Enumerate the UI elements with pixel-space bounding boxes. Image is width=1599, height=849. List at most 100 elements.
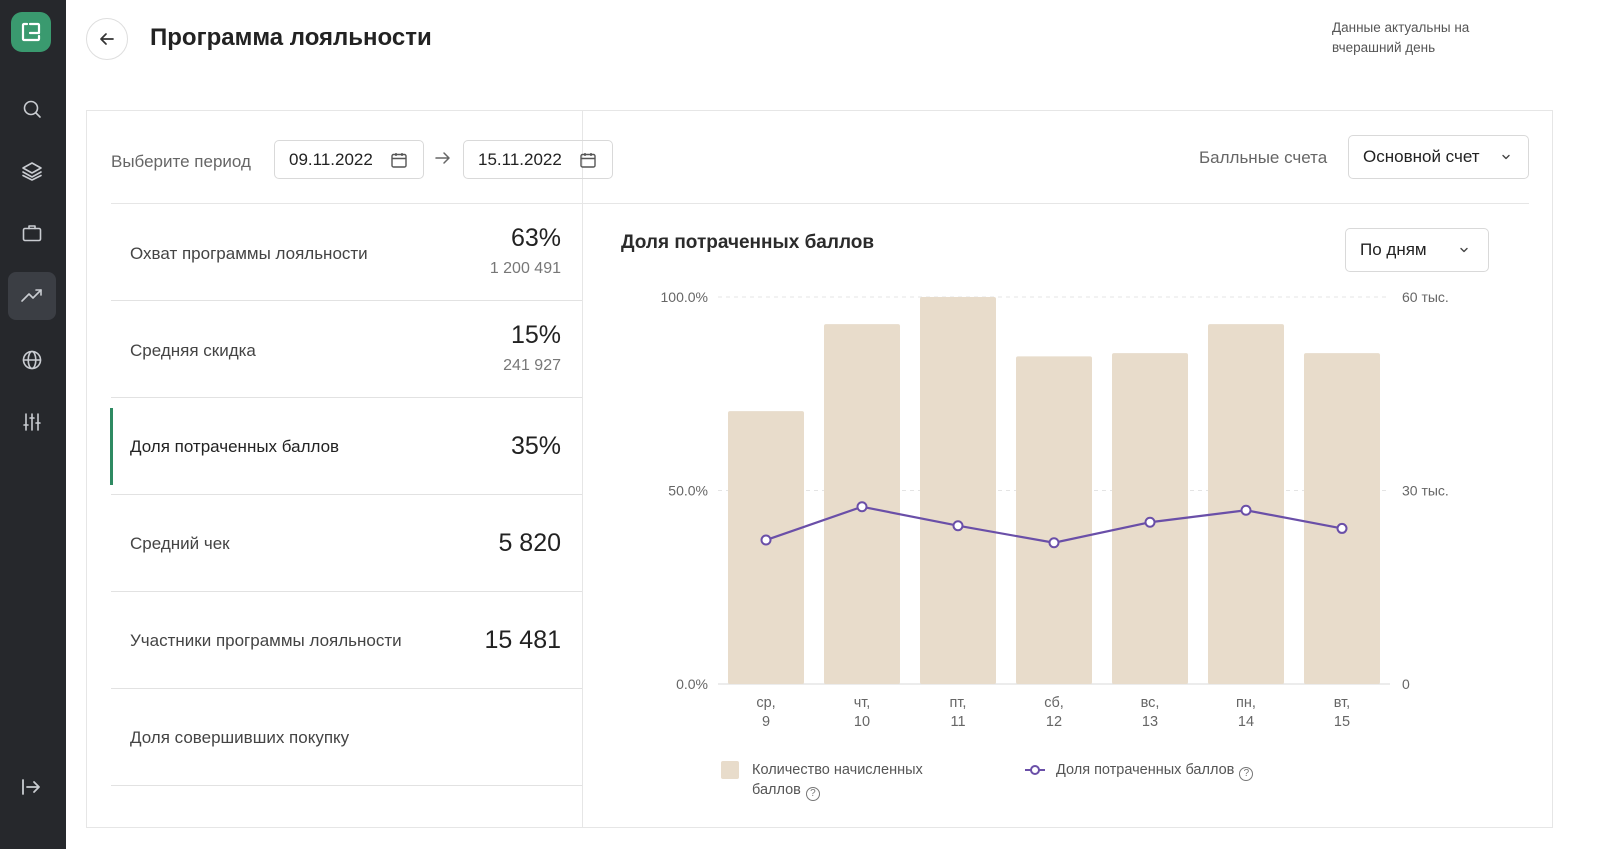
metric-label: Средняя скидка (130, 341, 256, 360)
metric-subvalue: 241 927 (503, 357, 561, 374)
legend-item-spent-share[interactable]: Доля потраченных баллов? (1024, 760, 1254, 781)
date-range-arrow (434, 148, 452, 173)
metric-coverage[interactable]: Охват программы лояльности 63% 1 200 491 (111, 204, 582, 301)
metric-average-check[interactable]: Средний чек 5 820 (111, 495, 582, 592)
x-tick-label: вс, (1141, 695, 1160, 711)
legend-bar-label: Количество начисленных баллов (752, 762, 923, 798)
metric-label: Доля совершивших покупку (130, 728, 350, 747)
sidebar-item-layers[interactable] (13, 152, 51, 190)
x-tick-label: пн, (1236, 695, 1256, 711)
legend-line-swatch (1025, 765, 1045, 775)
legend-line-label: Доля потраченных баллов (1056, 762, 1235, 778)
metric-value: 63% (510, 224, 561, 252)
sidebar-item-search[interactable] (13, 90, 51, 128)
metric-spent-points-share[interactable]: Доля потраченных баллов 35% (110, 398, 582, 495)
legend-bar-swatch (721, 761, 739, 779)
y-left-tick-label: 0.0% (676, 676, 708, 692)
briefcase-icon (22, 225, 42, 242)
sidebar-item-briefcase[interactable] (13, 214, 51, 252)
bar (920, 297, 996, 684)
grouping-select-value: По дням (1360, 240, 1427, 259)
x-tick-label: вт, (1334, 695, 1350, 711)
bar (728, 411, 804, 684)
sidebar-collapse-button[interactable] (18, 774, 44, 805)
date-from-input[interactable]: 09.11.2022 (274, 140, 424, 179)
trending-up-icon (21, 289, 42, 302)
x-tick-label: 15 (1334, 714, 1350, 730)
x-tick-label: 12 (1046, 714, 1062, 730)
x-tick-label: сб, (1044, 695, 1064, 711)
metric-label: Доля потраченных баллов (130, 437, 340, 456)
sliders-icon (23, 413, 41, 431)
x-tick-label: чт, (854, 695, 871, 711)
back-button[interactable] (86, 18, 128, 60)
arrow-left-icon (100, 33, 114, 45)
chevron-down-icon (1460, 247, 1468, 253)
metric-average-discount[interactable]: Средняя скидка 15% 241 927 (111, 301, 582, 398)
sidebar-item-analytics[interactable] (8, 272, 56, 320)
expand-arrow-icon (22, 779, 40, 795)
metric-buyers-share[interactable]: Доля совершивших покупку (111, 689, 582, 786)
line-point (952, 520, 964, 532)
logo-icon (21, 22, 41, 42)
account-select[interactable]: Основной счет (1348, 135, 1529, 179)
metric-label: Участники программы лояльности (130, 631, 402, 650)
date-from-value: 09.11.2022 (289, 149, 373, 169)
globe-icon (22, 350, 42, 370)
line-point (856, 501, 868, 513)
arrow-right-icon (435, 152, 450, 164)
x-tick-label: 14 (1238, 714, 1254, 730)
date-to-input[interactable]: 15.11.2022 (463, 140, 613, 179)
metric-value: 5 820 (498, 529, 561, 557)
account-select-value: Основной счет (1363, 147, 1480, 166)
date-to-value: 15.11.2022 (478, 149, 562, 169)
metric-value: 35% (510, 432, 561, 460)
x-tick-label: 11 (950, 714, 965, 730)
line-point (1048, 537, 1060, 549)
y-left-tick-label: 50.0% (668, 483, 708, 499)
accounts-label: Балльные счета (1199, 148, 1328, 167)
bar (1304, 353, 1380, 684)
line-point (1336, 522, 1348, 534)
app-logo[interactable] (11, 12, 51, 52)
layers-icon (22, 162, 42, 181)
active-indicator (110, 408, 113, 485)
sidebar (0, 0, 66, 849)
metric-participants[interactable]: Участники программы лояльности 15 481 (111, 592, 582, 689)
spent-points-chart: 0.0% 50.0% 100.0% 0 30 тыс. 60 тыс. ср, 9 чт, 10 п… (661, 289, 1449, 730)
line-point (1144, 516, 1156, 528)
data-freshness-note: Данные актуальны на вчерашний день (1332, 20, 1470, 55)
metric-label: Средний чек (130, 534, 230, 553)
line-point (1240, 504, 1252, 516)
x-tick-label: 10 (854, 714, 870, 730)
metric-value: 15% (510, 321, 561, 349)
metric-label: Охват программы лояльности (130, 244, 368, 263)
x-tick-label: ср, (756, 695, 775, 711)
legend-item-accrued-points[interactable]: Количество начисленных баллов? (721, 760, 942, 801)
panel-divider (582, 110, 583, 828)
chart-title: Доля потраченных баллов (621, 232, 875, 253)
period-label: Выберите период (111, 152, 251, 171)
calendar-icon (580, 152, 596, 168)
chevron-down-icon (1502, 154, 1510, 160)
sidebar-item-globe[interactable] (13, 341, 51, 379)
x-tick-label: пт, (950, 695, 967, 711)
bar (1208, 324, 1284, 684)
search-icon (23, 100, 41, 118)
metric-value: 15 481 (484, 626, 561, 654)
grouping-select[interactable]: По дням (1345, 228, 1489, 272)
x-tick-label: 13 (1142, 714, 1158, 730)
y-right-tick-label: 30 тыс. (1402, 483, 1449, 499)
help-icon[interactable]: ? (805, 787, 820, 801)
line-point (760, 534, 772, 546)
page-title: Программа лояльности (150, 24, 432, 51)
y-right-tick-label: 0 (1402, 676, 1410, 692)
metric-subvalue: 1 200 491 (489, 260, 561, 277)
help-icon[interactable]: ? (1239, 767, 1254, 781)
sidebar-item-settings[interactable] (13, 403, 51, 441)
calendar-icon (391, 152, 407, 168)
y-left-tick-label: 100.0% (661, 289, 708, 305)
y-right-tick-label: 60 тыс. (1402, 289, 1449, 305)
x-tick-label: 9 (762, 714, 770, 730)
bar (1016, 356, 1092, 684)
